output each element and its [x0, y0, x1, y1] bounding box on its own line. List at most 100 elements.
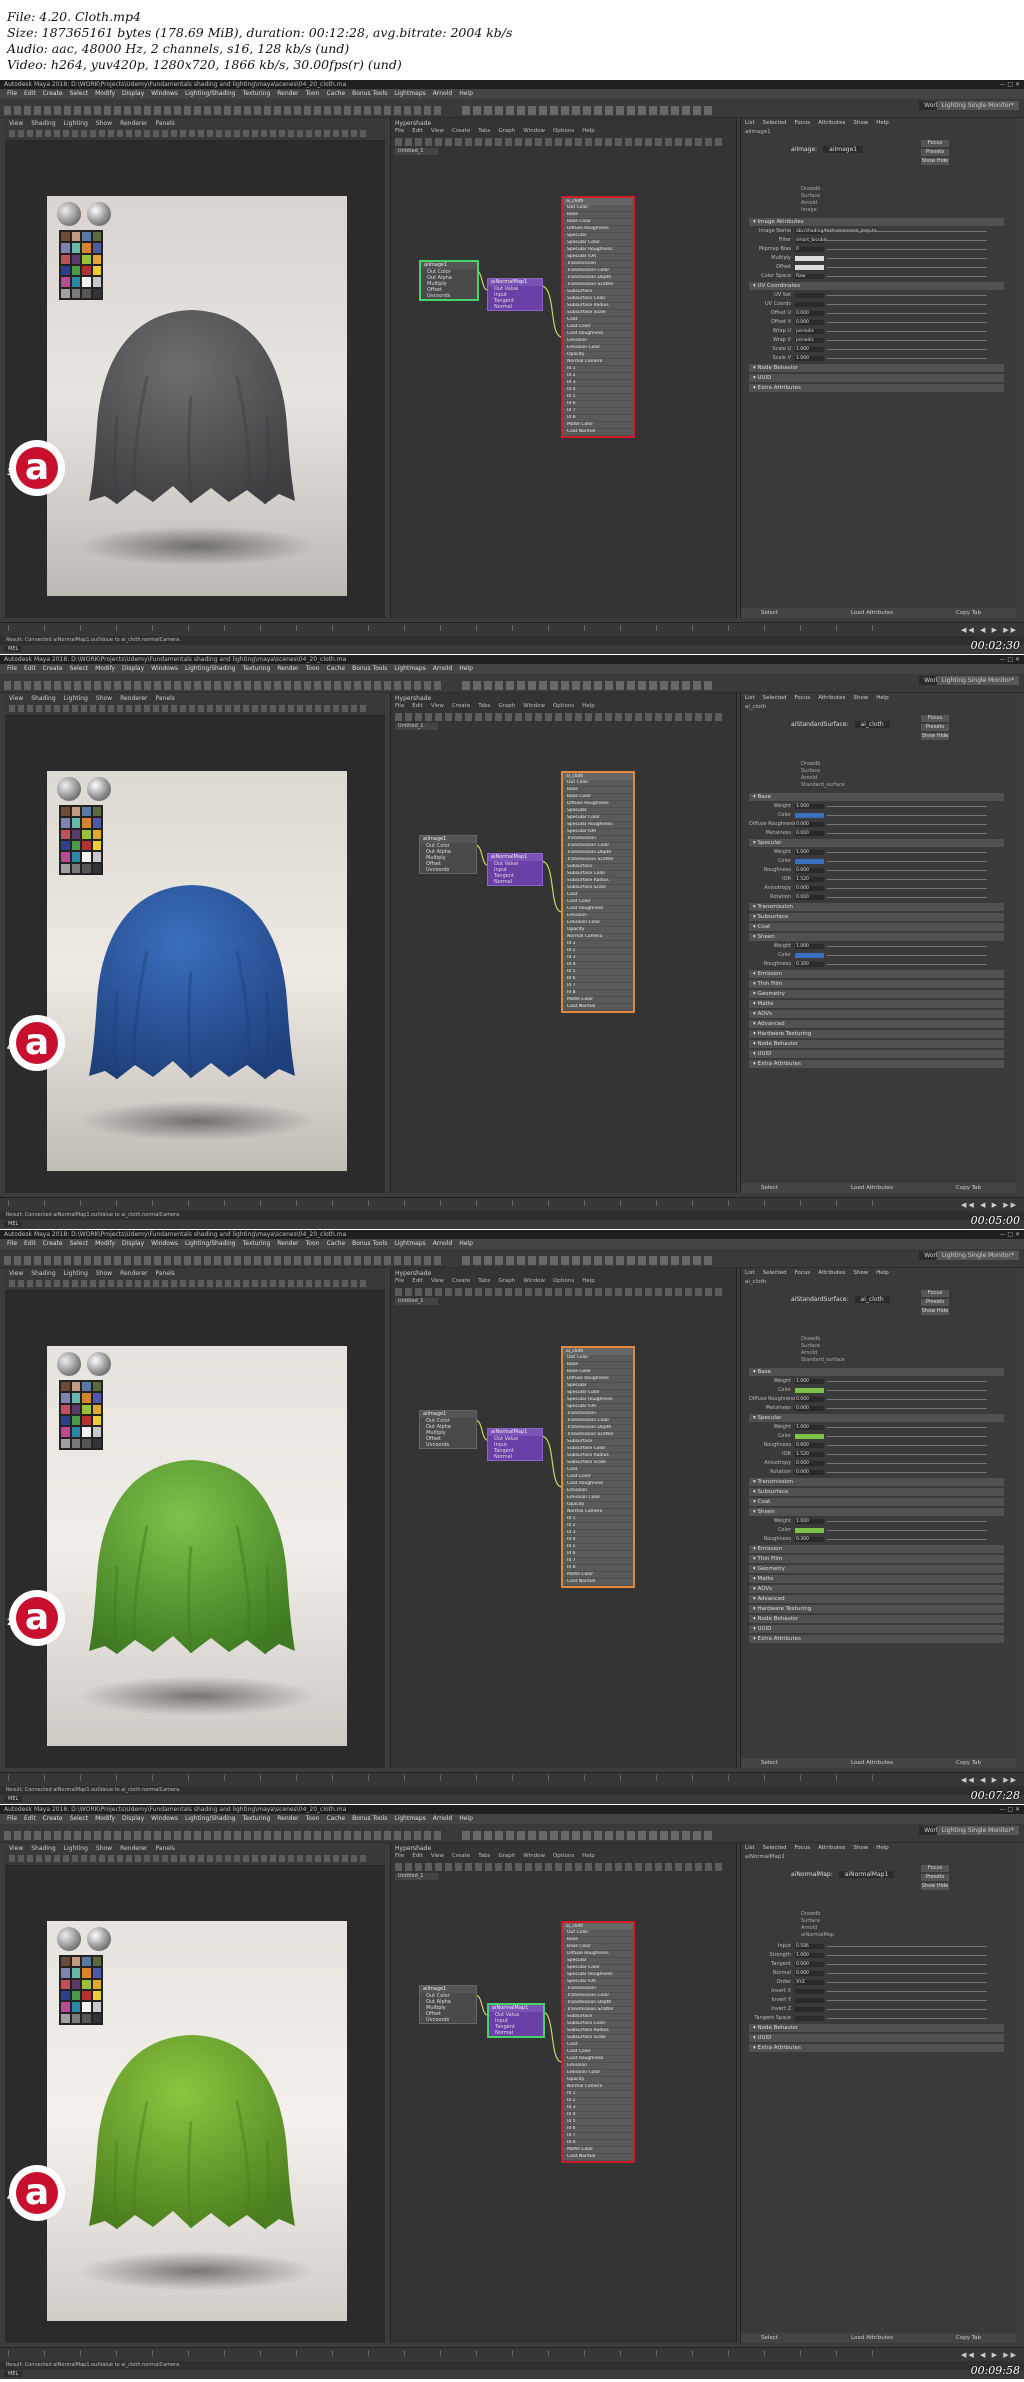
viewport-menu-item[interactable]: View	[9, 1270, 23, 1277]
menu-item[interactable]: Create	[43, 1240, 63, 1247]
ae-attribute-slider[interactable]	[827, 955, 987, 956]
ae-attribute-field[interactable]	[795, 953, 824, 958]
node-port[interactable]: Coat Roughness	[563, 906, 633, 913]
menu-item[interactable]: Select	[70, 665, 89, 672]
menu-item[interactable]: Display	[122, 665, 144, 672]
ae-attribute-slider[interactable]	[827, 1964, 987, 1965]
render-view-panel[interactable]: View Shading Lighting Show Renderer Panels a …	[5, 693, 385, 1193]
node-port[interactable]: Coat	[563, 892, 633, 899]
ae-menu-item[interactable]: Show	[853, 1845, 868, 1851]
ae-footer-button[interactable]: Select	[761, 1758, 778, 1768]
ae-attribute-field[interactable]: 0	[795, 247, 824, 252]
node-ainormalmap[interactable]: aiNormalMap1 Out Value Input Tangent Normal	[487, 2003, 545, 2038]
node-port[interactable]: Base	[563, 787, 633, 794]
node-port[interactable]: Subsurface Radius	[563, 303, 633, 310]
node-port[interactable]: Id 7	[563, 1558, 633, 1565]
menu-item[interactable]: Bonus Tools	[352, 90, 387, 97]
node-port[interactable]: Emission	[563, 338, 633, 345]
ae-attribute-slider[interactable]	[827, 358, 987, 359]
ae-footer-button[interactable]: Select	[761, 608, 778, 618]
menu-item[interactable]: Render	[277, 90, 298, 97]
viewport-icon-strip[interactable]	[9, 1280, 369, 1287]
node-ai-cloth-shader[interactable]: ai_cloth Out Color Base Base Color Diffuse R…	[561, 1921, 635, 2163]
node-port[interactable]: Subsurface Radius	[563, 2028, 633, 2035]
ae-menu-item[interactable]: Help	[876, 120, 889, 126]
node-port[interactable]: Subsurface Scale	[563, 310, 633, 317]
playback-controls[interactable]: ◀◀ ◀ ▶ ▶▶	[961, 1776, 1018, 1784]
menu-item[interactable]: Bonus Tools	[352, 1240, 387, 1247]
ae-attribute-field[interactable]: 1.000	[795, 804, 824, 809]
menu-item[interactable]: Help	[459, 90, 473, 97]
node-port[interactable]: Emission Color	[563, 2070, 633, 2077]
ae-section-header[interactable]: ▾ Specular	[749, 839, 1004, 847]
tool-icons-strip[interactable]	[4, 1256, 444, 1265]
menu-item[interactable]: Modify	[95, 90, 115, 97]
node-port[interactable]: Base Color	[563, 794, 633, 801]
ae-attribute-slider[interactable]	[827, 340, 987, 341]
ae-attribute-field[interactable]: 0.600	[795, 868, 824, 873]
ae-footer-button[interactable]: Select	[761, 1183, 778, 1193]
ae-section-header[interactable]: ▾ AOVs	[749, 1010, 1004, 1018]
node-port[interactable]: Id 6	[563, 401, 633, 408]
ae-attribute-slider[interactable]	[827, 1445, 987, 1446]
ae-menu-item[interactable]: List	[745, 1270, 755, 1276]
menu-item[interactable]: Texturing	[243, 1815, 271, 1822]
ae-menu-item[interactable]: Attributes	[818, 120, 845, 126]
ae-attribute-slider[interactable]	[827, 1463, 987, 1464]
ae-attribute-slider[interactable]	[827, 964, 987, 965]
menu-item[interactable]: File	[7, 90, 17, 97]
ae-section-header[interactable]: ▾ Emission	[749, 970, 1004, 978]
ae-attribute-slider[interactable]	[827, 322, 987, 323]
viewport-icon-strip[interactable]	[9, 130, 369, 137]
menu-item[interactable]: Render	[277, 1240, 298, 1247]
ae-attribute-slider[interactable]	[827, 1539, 987, 1540]
ae-attribute-field[interactable]: 0.000	[795, 1461, 824, 1466]
ae-attribute-field[interactable]: 0.000	[795, 1971, 824, 1976]
node-port[interactable]: Out Color	[563, 1355, 633, 1362]
node-port[interactable]: Coat	[563, 317, 633, 324]
node-port[interactable]: Coat Normal	[563, 429, 633, 436]
ae-attribute-field[interactable]: 1.000	[795, 347, 824, 352]
ae-attribute-field[interactable]: 0.300	[795, 962, 824, 967]
node-port[interactable]: Base Color	[563, 219, 633, 226]
ae-attribute-field[interactable]	[795, 813, 824, 818]
ae-menu-item[interactable]: Selected	[763, 695, 787, 701]
ae-attribute-field[interactable]: 1.000	[795, 1379, 824, 1384]
ae-section-header[interactable]: ▾ Node Behavior	[749, 2024, 1004, 2032]
ae-attribute-slider[interactable]	[827, 240, 987, 241]
window-controls[interactable]: — □ ✕	[999, 655, 1020, 664]
node-port[interactable]: Opacity	[563, 1502, 633, 1509]
ae-section-header[interactable]: ▾ Advanced	[749, 1020, 1004, 1028]
menu-item[interactable]: Modify	[95, 665, 115, 672]
viewport-menu-item[interactable]: Show	[96, 1270, 112, 1277]
ae-attribute-field[interactable]: 1.000	[795, 850, 824, 855]
ae-footer-button[interactable]: Load Attributes	[851, 2333, 893, 2343]
render-icons-strip[interactable]	[462, 681, 712, 690]
menu-item[interactable]: Toon	[306, 1240, 320, 1247]
playback-controls[interactable]: ◀◀ ◀ ▶ ▶▶	[961, 2351, 1018, 2359]
node-port[interactable]: Specular	[563, 233, 633, 240]
ae-attribute-field[interactable]	[795, 2016, 824, 2021]
node-port[interactable]: Subsurface	[563, 864, 633, 871]
ae-attribute-field[interactable]	[795, 1998, 824, 2003]
ae-menu-item[interactable]: Focus	[794, 1270, 810, 1276]
node-ainormalmap[interactable]: aiNormalMap1 Out Value Input Tangent Normal	[487, 1428, 543, 1461]
node-port[interactable]: Coat Normal	[563, 2154, 633, 2161]
viewport-icon-strip[interactable]	[9, 705, 369, 712]
node-port[interactable]: Specular	[563, 808, 633, 815]
node-port[interactable]: Transmission	[563, 1411, 633, 1418]
menu-item[interactable]: Arnold	[433, 665, 452, 672]
menu-item[interactable]: Toon	[306, 665, 320, 672]
ae-attribute-slider[interactable]	[827, 1427, 987, 1428]
ae-section-header[interactable]: ▾ UUID	[749, 374, 1004, 382]
ae-attribute-slider[interactable]	[827, 806, 987, 807]
ae-tab[interactable]: aiNormalMap1	[745, 1854, 785, 1860]
node-port[interactable]: Opacity	[563, 352, 633, 359]
render-view-panel[interactable]: View Shading Lighting Show Renderer Panels a …	[5, 118, 385, 618]
node-port[interactable]: Opacity	[563, 2077, 633, 2084]
node-port[interactable]: Normal Camera	[563, 359, 633, 366]
menu-item[interactable]: Create	[43, 1815, 63, 1822]
ae-attribute-field[interactable]: smart_bicubic	[795, 238, 827, 243]
node-port[interactable]: Subsurface	[563, 1439, 633, 1446]
attribute-editor[interactable]: List Selected Focus Attributes Show Help aiIm…	[740, 118, 1016, 618]
